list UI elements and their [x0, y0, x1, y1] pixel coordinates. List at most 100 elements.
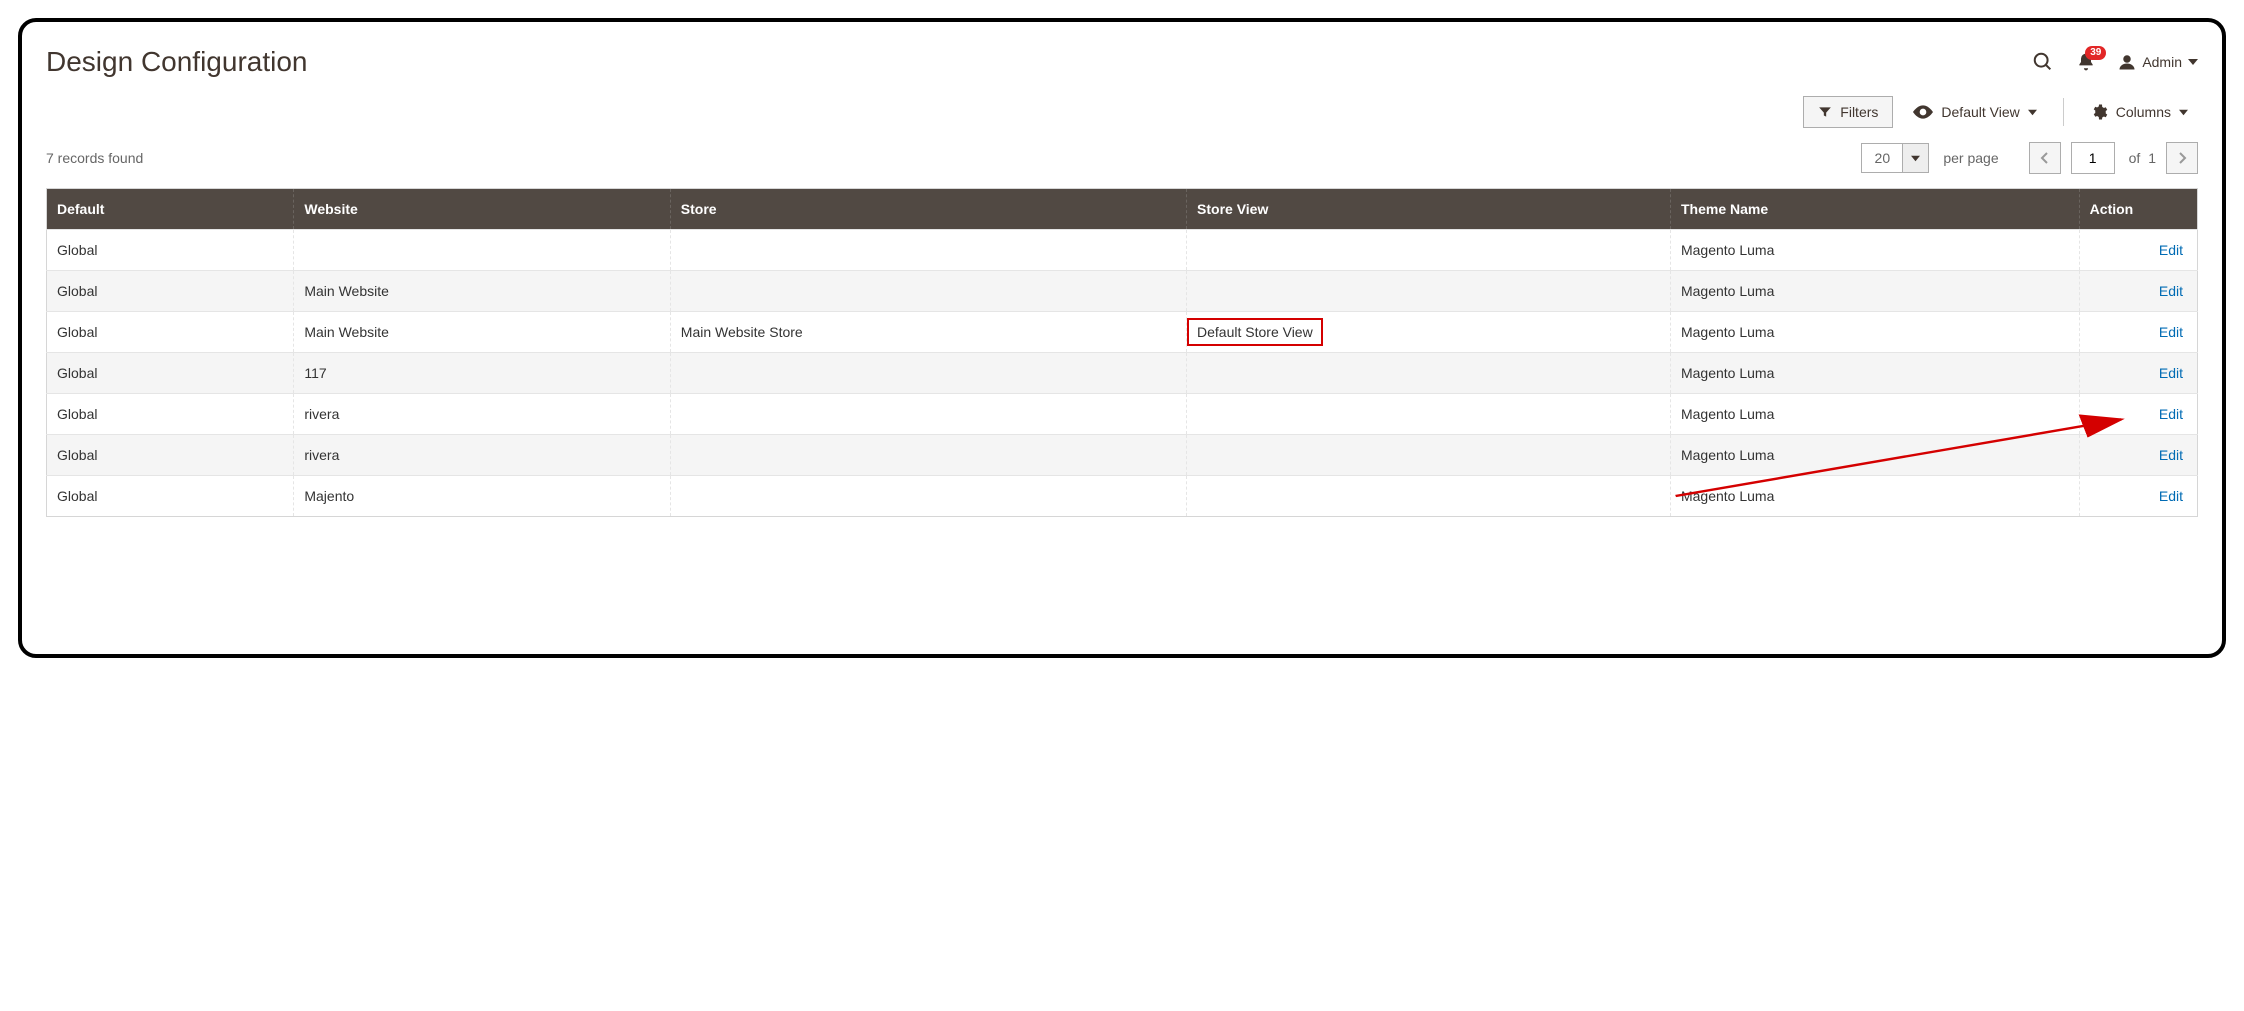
- edit-link[interactable]: Edit: [2159, 242, 2183, 258]
- cell-action: Edit: [2079, 435, 2197, 476]
- notifications-button[interactable]: 39: [2076, 52, 2096, 72]
- col-header-action: Action: [2079, 189, 2197, 230]
- col-header-website[interactable]: Website: [294, 189, 670, 230]
- default-view-label: Default View: [1941, 104, 2019, 120]
- cell-website[interactable]: rivera: [294, 435, 670, 476]
- col-header-theme-name[interactable]: Theme Name: [1670, 189, 2079, 230]
- default-view-button[interactable]: Default View: [1903, 98, 2046, 126]
- edit-link[interactable]: Edit: [2159, 324, 2183, 340]
- page-size-dropdown[interactable]: [1903, 143, 1929, 173]
- per-page-label: per page: [1943, 150, 1998, 166]
- filters-label: Filters: [1840, 104, 1878, 120]
- cell-store: [670, 394, 1186, 435]
- cell-website[interactable]: rivera: [294, 394, 670, 435]
- cell-default: Global: [47, 353, 294, 394]
- pager-page-input[interactable]: [2071, 142, 2115, 174]
- pager: 20 per page of 1: [1861, 142, 2198, 174]
- cell-theme: Magento Luma: [1670, 312, 2079, 353]
- chevron-down-icon: [2028, 108, 2037, 117]
- columns-button[interactable]: Columns: [2080, 97, 2198, 127]
- cell-website: [294, 230, 670, 271]
- cell-theme: Magento Luma: [1670, 230, 2079, 271]
- chevron-left-icon: [2040, 152, 2050, 164]
- pager-of-wrap: of 1: [2125, 150, 2156, 166]
- records-bar: 7 records found 20 per page of 1: [46, 142, 2198, 174]
- cell-theme: Magento Luma: [1670, 394, 2079, 435]
- search-button[interactable]: [2032, 51, 2054, 73]
- filters-button[interactable]: Filters: [1803, 96, 1893, 128]
- cell-store: Main Website Store: [670, 312, 1186, 353]
- cell-default: Global: [47, 271, 294, 312]
- highlight-box: Default Store View: [1187, 318, 1323, 346]
- page-header: Design Configuration 39 Admin: [46, 46, 2198, 78]
- notifications-badge: 39: [2085, 46, 2106, 60]
- cell-store-view: [1187, 271, 1671, 312]
- cell-website: Main Website: [294, 271, 670, 312]
- edit-link[interactable]: Edit: [2159, 488, 2183, 504]
- cell-store-view: Default Store View: [1187, 312, 1671, 353]
- table-row: Global117Magento LumaEdit: [47, 353, 2198, 394]
- cell-default: Global: [47, 435, 294, 476]
- cell-default: Global: [47, 476, 294, 517]
- cell-default: Global: [47, 394, 294, 435]
- table-row: GlobalMain Website Magento Luma Edit: [47, 271, 2198, 312]
- cell-theme: Magento Luma: [1670, 435, 2079, 476]
- page-size-control: 20: [1861, 143, 1929, 173]
- cell-action: Edit: [2079, 476, 2197, 517]
- col-header-store-view[interactable]: Store View: [1187, 189, 1671, 230]
- cell-action: Edit: [2079, 394, 2197, 435]
- edit-link[interactable]: Edit: [2159, 283, 2183, 299]
- cell-store: [670, 476, 1186, 517]
- cell-theme: Magento Luma: [1670, 476, 2079, 517]
- cell-store: [670, 230, 1186, 271]
- chevron-down-icon: [1911, 154, 1920, 163]
- search-icon: [2032, 51, 2054, 73]
- cell-store-view: [1187, 476, 1671, 517]
- cell-theme: Magento Luma: [1670, 271, 2079, 312]
- columns-label: Columns: [2116, 104, 2171, 120]
- table-row: GlobalMajento Magento Luma Edit: [47, 476, 2198, 517]
- edit-link[interactable]: Edit: [2159, 365, 2183, 381]
- design-config-table: Default Website Store Store View Theme N…: [46, 188, 2198, 517]
- cell-website[interactable]: Majento: [294, 476, 670, 517]
- cell-store-view: [1187, 394, 1671, 435]
- col-header-default[interactable]: Default: [47, 189, 294, 230]
- cell-store: [670, 435, 1186, 476]
- cell-store-view: [1187, 230, 1671, 271]
- header-actions: 39 Admin: [2032, 51, 2198, 73]
- grid-toolbar: Filters Default View Columns: [46, 96, 2198, 128]
- edit-link[interactable]: Edit: [2159, 447, 2183, 463]
- cell-store-view: [1187, 353, 1671, 394]
- cell-action: Edit: [2079, 271, 2197, 312]
- cell-action: Edit: [2079, 353, 2197, 394]
- records-found-label: 7 records found: [46, 150, 143, 166]
- pager-prev-button[interactable]: [2029, 142, 2061, 174]
- cell-website: Main Website: [294, 312, 670, 353]
- table-row: GlobalMagento LumaEdit: [47, 230, 2198, 271]
- chevron-down-icon: [2188, 57, 2198, 67]
- app-frame: Design Configuration 39 Admin Filters De…: [18, 18, 2226, 658]
- pager-of-label: of: [2129, 150, 2141, 166]
- pager-total-pages: 1: [2148, 150, 2156, 166]
- page-title: Design Configuration: [46, 46, 308, 78]
- gear-icon: [2090, 103, 2108, 121]
- col-header-store[interactable]: Store: [670, 189, 1186, 230]
- cell-action: Edit: [2079, 312, 2197, 353]
- cell-default: Global: [47, 312, 294, 353]
- edit-link[interactable]: Edit: [2159, 406, 2183, 422]
- toolbar-separator: [2063, 98, 2064, 126]
- eye-icon: [1913, 105, 1933, 119]
- funnel-icon: [1818, 105, 1832, 119]
- cell-website[interactable]: 117: [294, 353, 670, 394]
- cell-action: Edit: [2079, 230, 2197, 271]
- cell-store: [670, 353, 1186, 394]
- table-row: GlobalMain WebsiteMain Website StoreDefa…: [47, 312, 2198, 353]
- table-row: Globalrivera Magento Luma Edit: [47, 394, 2198, 435]
- user-menu[interactable]: Admin: [2118, 53, 2198, 71]
- user-icon: [2118, 53, 2136, 71]
- user-label: Admin: [2142, 54, 2182, 70]
- page-size-value: 20: [1861, 143, 1903, 173]
- cell-store-view: [1187, 435, 1671, 476]
- chevron-down-icon: [2179, 108, 2188, 117]
- pager-next-button[interactable]: [2166, 142, 2198, 174]
